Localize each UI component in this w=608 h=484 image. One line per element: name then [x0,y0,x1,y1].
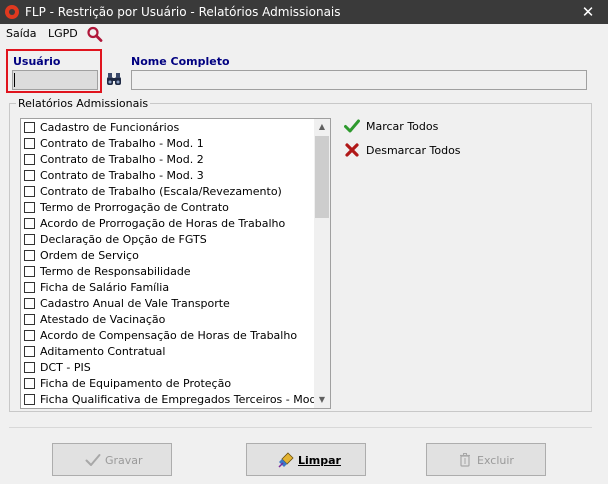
menu-bar: Saída LGPD [0,24,608,44]
list-item-label: Cadastro Anual de Vale Transporte [40,297,230,310]
list-item-label: Acordo de Prorrogação de Horas de Trabal… [40,217,286,230]
list-item[interactable]: Termo de Prorrogação de Contrato [24,200,314,216]
checkbox[interactable] [24,202,35,213]
list-item-label: Contrato de Trabalho (Escala/Revezamento… [40,185,282,198]
trash-disabled-icon [457,452,473,468]
list-item-label: Aditamento Contratual [40,345,166,358]
list-item[interactable]: Termo de Responsabilidade [24,264,314,280]
scrollbar-thumb[interactable] [315,136,329,218]
app-logo-icon [5,5,19,19]
nome-completo-input[interactable] [131,70,587,90]
checkbox[interactable] [24,346,35,357]
checkbox[interactable] [24,394,35,405]
menu-saida[interactable]: Saída [6,27,37,40]
checkbox[interactable] [24,314,35,325]
list-item[interactable]: Ficha de Equipamento de Proteção [24,376,314,392]
divider [9,427,592,428]
list-item[interactable]: Ficha Qualificativa de Empregados Tercei… [24,392,327,408]
checkbox[interactable] [24,330,35,341]
nome-completo-label: Nome Completo [131,55,230,68]
checkbox[interactable] [24,122,35,133]
list-item-label: Contrato de Trabalho - Mod. 3 [40,169,204,182]
list-item-label: Ficha Qualificativa de Empregados Tercei… [40,393,327,406]
list-item-label: Declaração de Opção de FGTS [40,233,207,246]
text-cursor [14,73,15,87]
list-item[interactable]: Ordem de Serviço [24,248,314,264]
list-item-label: Contrato de Trabalho - Mod. 1 [40,137,204,150]
list-item-label: Cadastro de Funcionários [40,121,180,134]
list-item[interactable]: Cadastro de Funcionários [24,120,314,136]
red-x-icon [344,142,360,158]
checkbox[interactable] [24,250,35,261]
list-item-label: DCT - PIS [40,361,91,374]
list-item-label: Termo de Prorrogação de Contrato [40,201,229,214]
close-button[interactable]: ✕ [568,0,608,24]
list-item[interactable]: Acordo de Compensação de Horas de Trabal… [24,328,314,344]
checkmark-icon [344,118,360,134]
checkbox[interactable] [24,138,35,149]
group-title: Relatórios Admissionais [16,97,151,110]
list-item-label: Atestado de Vacinação [40,313,166,326]
checkbox[interactable] [24,234,35,245]
checkbox[interactable] [24,362,35,373]
checkbox[interactable] [24,282,35,293]
checkbox[interactable] [24,298,35,309]
list-item-label: Contrato de Trabalho - Mod. 2 [40,153,204,166]
brush-icon [278,452,294,468]
scroll-down-arrow-icon[interactable]: ▼ [314,392,330,408]
checkbox[interactable] [24,186,35,197]
list-item-label: Ordem de Serviço [40,249,139,262]
save-button-label: Gravar [105,454,143,467]
search-icon[interactable] [86,26,104,42]
report-checklist[interactable]: Cadastro de Funcionários Contrato de Tra… [20,118,331,409]
delete-button[interactable]: Excluir [426,443,546,476]
list-item[interactable]: Contrato de Trabalho - Mod. 2 [24,152,314,168]
list-item[interactable]: Contrato de Trabalho (Escala/Revezamento… [24,184,314,200]
list-item[interactable]: DCT - PIS [24,360,314,376]
list-item-label: Ficha de Equipamento de Proteção [40,377,232,390]
save-button[interactable]: Gravar [52,443,172,476]
window-title: FLP - Restrição por Usuário - Relatórios… [25,5,341,19]
unmark-all-label: Desmarcar Todos [366,144,461,157]
list-item-label: Termo de Responsabilidade [40,265,191,278]
list-item[interactable]: Cadastro Anual de Vale Transporte [24,296,314,312]
usuario-input[interactable] [12,70,98,90]
checkbox[interactable] [24,154,35,165]
scroll-up-arrow-icon[interactable]: ▲ [314,119,330,135]
list-item-label: Acordo de Compensação de Horas de Trabal… [40,329,298,342]
list-item[interactable]: Aditamento Contratual [24,344,314,360]
mark-all-label: Marcar Todos [366,120,439,133]
menu-lgpd[interactable]: LGPD [48,27,78,40]
binoculars-lookup-icon[interactable] [106,71,122,87]
list-item[interactable]: Contrato de Trabalho - Mod. 1 [24,136,314,152]
delete-button-label: Excluir [477,454,514,467]
checkbox[interactable] [24,266,35,277]
list-item-label: Ficha de Salário Família [40,281,170,294]
checkmark-disabled-icon [85,452,101,468]
title-bar: FLP - Restrição por Usuário - Relatórios… [0,0,608,24]
list-item[interactable]: Contrato de Trabalho - Mod. 3 [24,168,314,184]
list-item[interactable]: Acordo de Prorrogação de Horas de Trabal… [24,216,314,232]
list-item[interactable]: Ficha de Salário Família [24,280,314,296]
vertical-scrollbar[interactable]: ▲ ▼ [314,119,330,408]
clear-button[interactable]: Limpar [246,443,366,476]
checkbox[interactable] [24,218,35,229]
list-item[interactable]: Declaração de Opção de FGTS [24,232,314,248]
checkbox[interactable] [24,170,35,181]
checkbox[interactable] [24,378,35,389]
clear-button-label: Limpar [298,454,341,467]
list-item[interactable]: Atestado de Vacinação [24,312,314,328]
